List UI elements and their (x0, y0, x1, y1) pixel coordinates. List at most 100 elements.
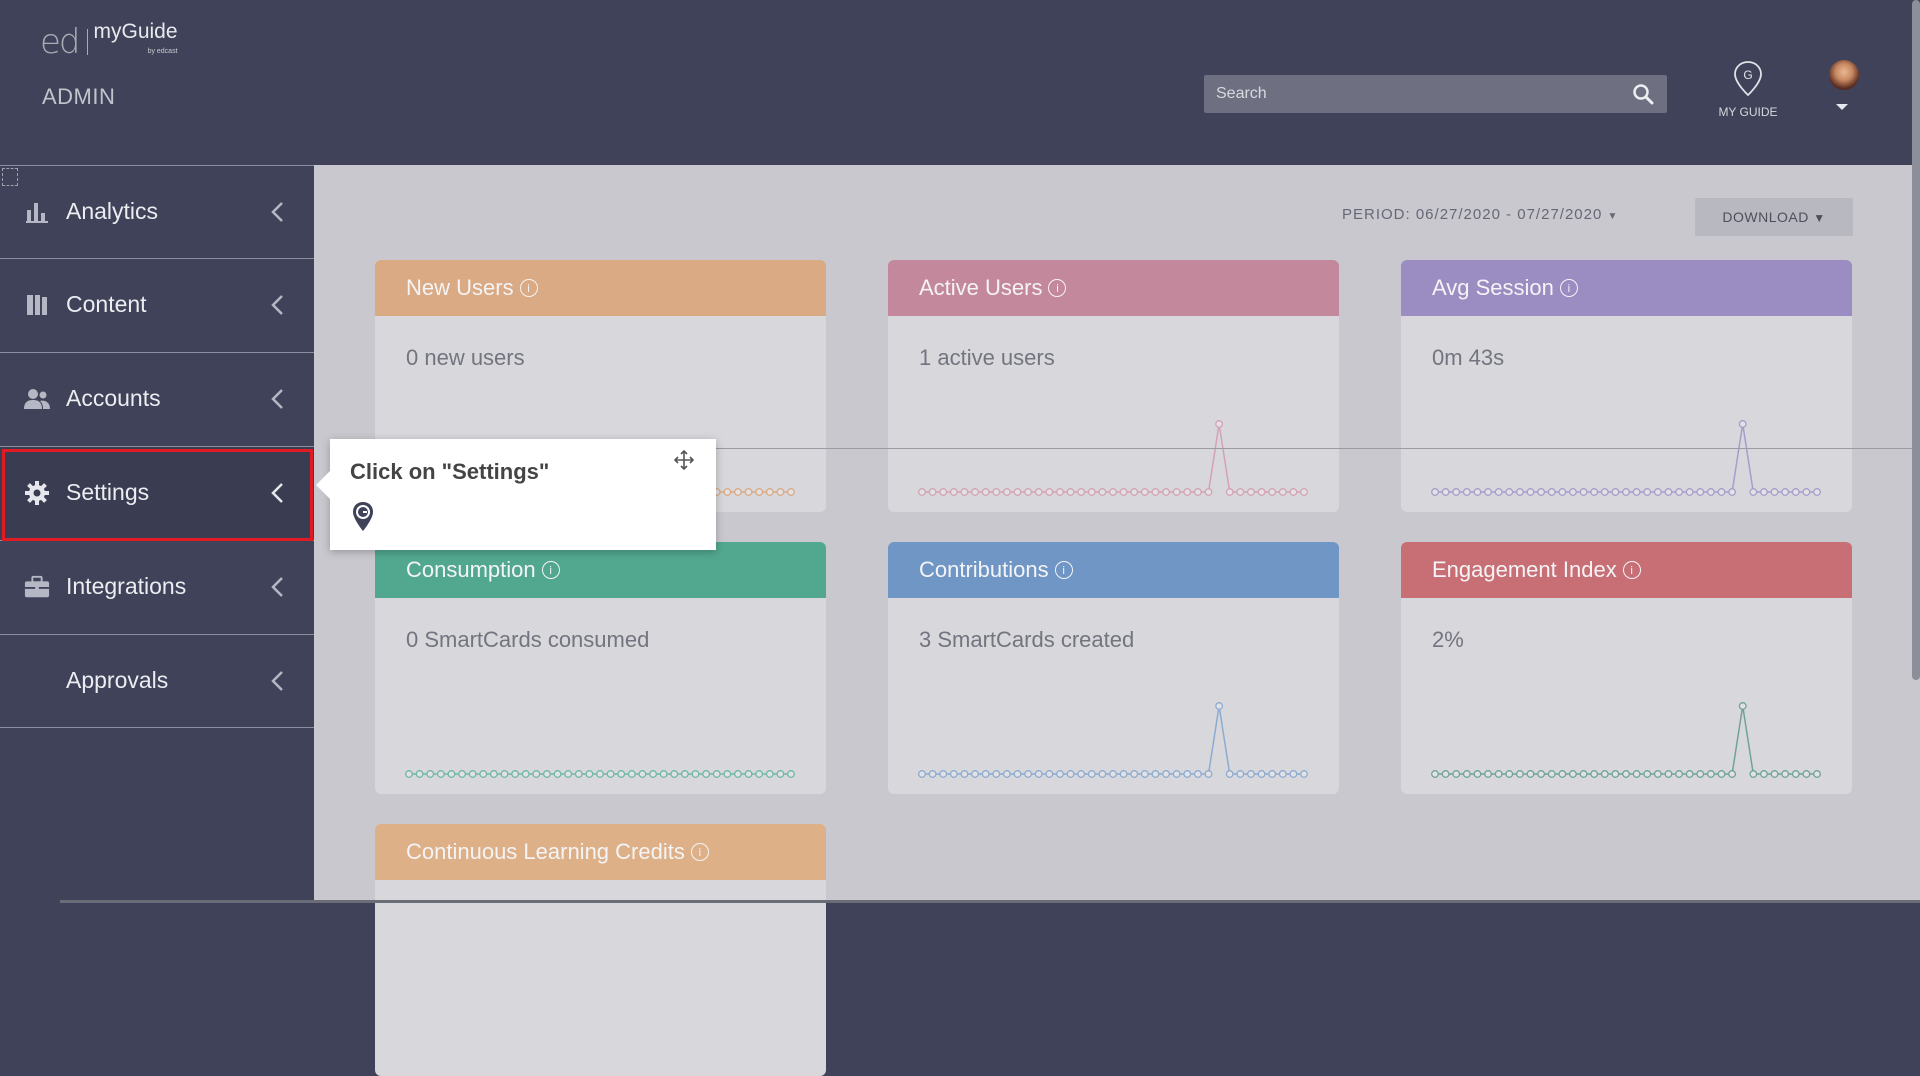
sparkline-path (922, 423, 1304, 493)
info-icon[interactable]: i (1048, 279, 1067, 297)
sparkline-point (1600, 770, 1609, 778)
chevron-left-icon (268, 668, 286, 694)
sparkline-chart (918, 702, 1308, 778)
sidebar-item-integrations[interactable]: Integrations (0, 540, 314, 632)
user-avatar[interactable] (1829, 60, 1859, 90)
stat-card-header: Contributions i (888, 542, 1339, 598)
stat-card-header: Engagement Index i (1401, 542, 1852, 598)
sparkline-point (1813, 770, 1821, 778)
info-icon[interactable]: i (690, 843, 709, 861)
sparkline-point (1505, 488, 1514, 496)
sparkline-point (1140, 770, 1149, 778)
sidebar-item-analytics[interactable]: Analytics (0, 165, 314, 257)
sparkline-point (1749, 488, 1758, 496)
sparkline-point (542, 770, 551, 778)
sparkline-point (1257, 770, 1266, 778)
sparkline-point (1045, 770, 1054, 778)
map-pin-g-icon: G (1734, 61, 1762, 97)
search-icon (1633, 84, 1654, 105)
stat-card-title: Active Users (919, 275, 1043, 300)
sparkline-point (1431, 770, 1439, 778)
sparkline-point (1077, 488, 1086, 496)
sparkline-point (1706, 488, 1715, 496)
sparkline-point (992, 770, 1001, 778)
sparkline-point (1505, 770, 1514, 778)
sparkline-point (649, 770, 658, 778)
sparkline-point (1728, 488, 1737, 496)
sparkline-point (1278, 770, 1287, 778)
info-icon[interactable]: i (519, 279, 538, 297)
sparkline-point (1547, 770, 1556, 778)
logo-myguide-text: myGuide (93, 20, 178, 43)
info-icon[interactable]: i (1622, 561, 1641, 579)
sparkline-point (755, 488, 764, 496)
sparkline-point (1484, 488, 1493, 496)
sparkline-point (1526, 770, 1535, 778)
sparkline-point (949, 488, 958, 496)
search-button[interactable] (1628, 79, 1658, 109)
search-input[interactable] (1204, 75, 1667, 113)
sparkline-point (1643, 770, 1652, 778)
sparkline-point (1675, 770, 1684, 778)
sparkline-point (1268, 488, 1277, 496)
move-icon[interactable] (673, 449, 695, 471)
sparkline-point (691, 770, 700, 778)
sparkline-point (1268, 770, 1277, 778)
sparkline-point (596, 770, 604, 778)
sparkline-point (733, 770, 742, 778)
sidebar-item-accounts[interactable]: Accounts (0, 352, 314, 444)
sparkline-point (971, 488, 980, 496)
sparkline-point (1537, 488, 1546, 496)
sidebar-item-approvals[interactable]: Approvals (0, 634, 314, 726)
stat-card: Consumption i 0 SmartCards consumed (375, 542, 826, 794)
sparkline-point (415, 770, 424, 778)
sparkline-point (723, 488, 732, 496)
stat-card-title: Continuous Learning Credits (406, 839, 685, 864)
sparkline-point (1590, 770, 1599, 778)
sparkline-point (1632, 488, 1641, 496)
download-button[interactable]: DOWNLOAD ▼ (1695, 198, 1853, 236)
sparkline-point (680, 770, 689, 778)
info-icon[interactable]: i (1054, 561, 1073, 579)
sidebar-item-settings[interactable]: Settings (0, 446, 314, 538)
sparkline-point (1002, 770, 1011, 778)
sparkline-point (1759, 770, 1768, 778)
sparkline-point (1045, 488, 1054, 496)
user-menu-caret-icon[interactable] (1836, 104, 1848, 110)
sparkline-point (1558, 770, 1567, 778)
sparkline-point (1622, 488, 1630, 496)
sparkline-point (1611, 770, 1620, 778)
myguide-label: MY GUIDE (1718, 105, 1778, 119)
sparkline-point (1130, 770, 1139, 778)
sparkline-point (702, 770, 711, 778)
sparkline-point (521, 770, 530, 778)
sparkline-point (1055, 770, 1064, 778)
myguide-button[interactable]: G MY GUIDE (1710, 60, 1786, 119)
sparkline-point (1204, 488, 1213, 496)
sidebar-item-content[interactable]: Content (0, 258, 314, 350)
sparkline-point (971, 770, 980, 778)
sparkline-point (489, 770, 498, 778)
sparkline-point (1013, 770, 1022, 778)
info-icon[interactable]: i (1559, 279, 1578, 297)
sparkline-point (1300, 770, 1308, 778)
info-icon[interactable]: i (541, 561, 560, 579)
sparkline-point (1462, 770, 1471, 778)
logo-myguide: myGuide by edcast (93, 20, 178, 62)
sparkline-point (564, 770, 573, 778)
sparkline-point (500, 770, 509, 778)
sparkline-point (659, 770, 668, 778)
sparkline-point (1098, 488, 1107, 496)
period-selector[interactable]: PERIOD: 06/27/2020 - 07/27/2020 ▼ (1342, 206, 1618, 223)
sparkline-point (617, 770, 626, 778)
stat-card-title: Engagement Index (1432, 557, 1617, 582)
scrollbar[interactable] (1912, 0, 1920, 680)
logo-ed-text: ed (40, 22, 80, 62)
sparkline-point (1558, 488, 1567, 496)
sparkline-point (949, 770, 958, 778)
sparkline-path (1435, 705, 1817, 775)
guide-tooltip-text: Click on "Settings" (350, 459, 550, 484)
sparkline-point (468, 770, 477, 778)
edcast-myguide-logo[interactable]: ed myGuide by edcast (40, 20, 178, 62)
sparkline-point (1246, 488, 1255, 496)
